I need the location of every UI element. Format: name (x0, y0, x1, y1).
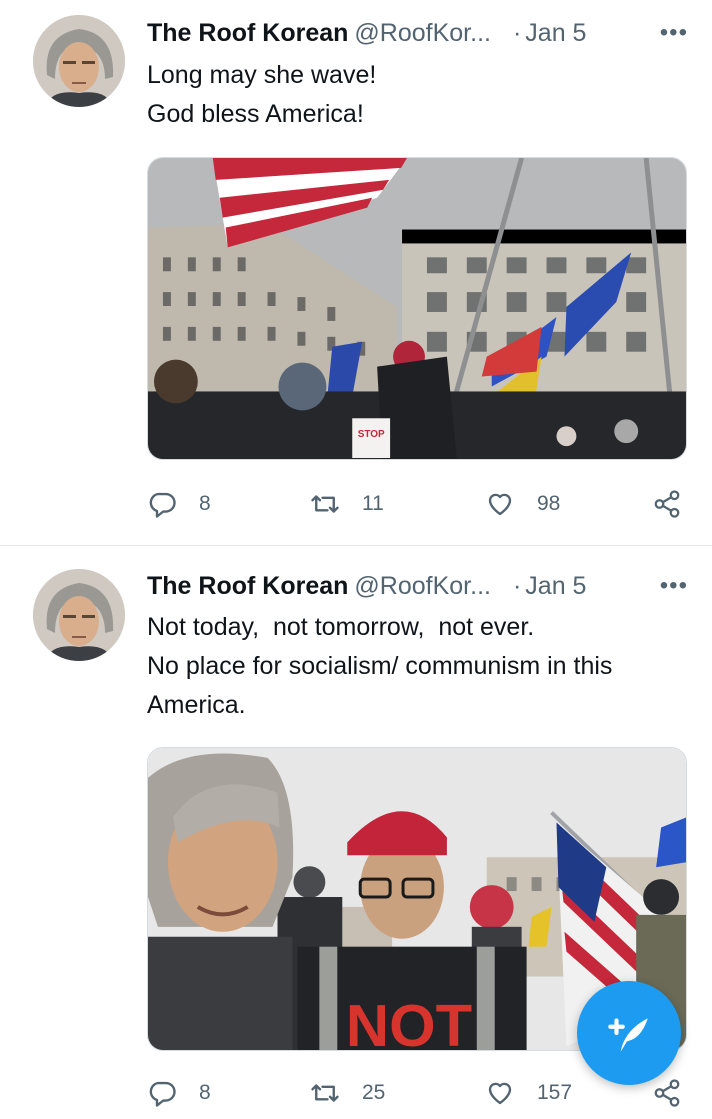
share-icon (654, 490, 680, 518)
author-handle[interactable]: @RoofKor... (354, 572, 491, 600)
reply-count: 8 (199, 492, 211, 515)
author-name[interactable]: The Roof Korean (147, 572, 348, 600)
retweet-button[interactable]: 25 (310, 1073, 385, 1113)
tweet-header: The Roof Korean @RoofKor... · Jan 5 ••• (147, 566, 688, 606)
tweet[interactable]: The Roof Korean @RoofKor... · Jan 5 ••• Lon… (0, 0, 712, 546)
avatar[interactable] (33, 15, 125, 107)
like-count: 98 (537, 492, 561, 515)
avatar[interactable] (33, 569, 125, 661)
avatar-image (33, 569, 125, 661)
tweet-text: Not today, not tomorrow, not ever. No pl… (147, 608, 688, 725)
retweet-count: 25 (362, 1081, 386, 1104)
like-button[interactable]: 98 (485, 484, 560, 524)
tweet-date[interactable]: Jan 5 (525, 19, 586, 47)
tweet-text-line: No place for socialism/ communism in thi… (147, 652, 613, 680)
tweet-date[interactable]: Jan 5 (525, 572, 586, 600)
reply-icon (149, 1081, 176, 1107)
tweet-text-line: Not today, not tomorrow, not ever. (147, 613, 535, 641)
reply-button[interactable]: 8 (147, 484, 211, 524)
tweet-actions: 8 11 98 (147, 484, 692, 524)
separator-dot: · (512, 19, 522, 47)
like-count: 157 (537, 1081, 573, 1104)
author-name[interactable]: The Roof Korean (147, 19, 348, 47)
like-icon (488, 493, 512, 516)
reply-icon (149, 492, 176, 518)
more-horizontal-icon[interactable]: ••• (654, 13, 688, 53)
share-button[interactable] (652, 484, 682, 524)
photo-shirt-text: NOT (346, 992, 472, 1050)
reply-count: 8 (199, 1081, 211, 1104)
tweet-text-line: America. (147, 691, 246, 719)
share-button[interactable] (652, 1073, 682, 1113)
retweet-icon (311, 1084, 339, 1102)
more-horizontal-icon[interactable]: ••• (654, 566, 688, 606)
avatar-image (33, 15, 125, 107)
tweet-text-line: God bless America! (147, 100, 364, 128)
like-button[interactable]: 157 (485, 1073, 572, 1113)
compose-tweet-button[interactable] (577, 981, 681, 1085)
share-icon (654, 1079, 680, 1107)
author-handle[interactable]: @RoofKor... (354, 19, 491, 47)
tweet-photo[interactable]: STOP (147, 157, 687, 460)
separator-dot: · (512, 572, 522, 600)
rally-photo: STOP (148, 158, 686, 459)
like-icon (488, 1082, 512, 1105)
compose-tweet-icon (608, 1018, 648, 1052)
reply-button[interactable]: 8 (147, 1073, 211, 1113)
retweet-button[interactable]: 11 (310, 484, 384, 524)
tweet-text: Long may she wave! God bless America! (147, 56, 688, 134)
tweet-header: The Roof Korean @RoofKor... · Jan 5 ••• (147, 13, 688, 53)
photo-sign-text: STOP (358, 429, 385, 440)
retweet-count: 11 (362, 492, 384, 515)
retweet-icon (311, 495, 339, 513)
tweet-text-line: Long may she wave! (147, 61, 377, 89)
